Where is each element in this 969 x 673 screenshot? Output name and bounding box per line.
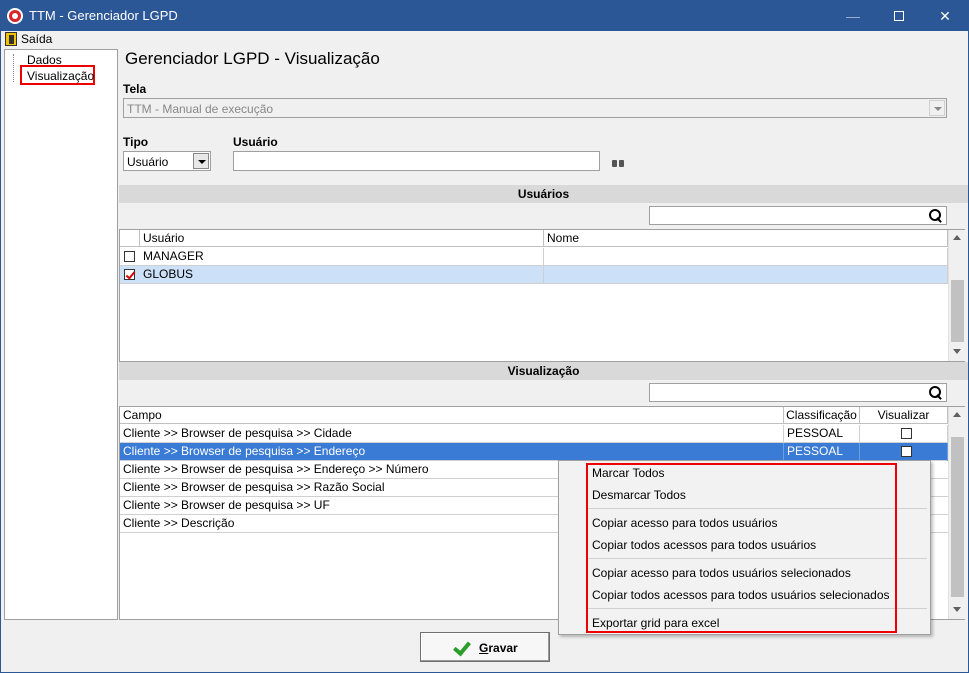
scroll-down-icon[interactable] [949, 602, 965, 618]
visualizar-checkbox[interactable] [901, 446, 912, 457]
maximize-button[interactable] [876, 1, 922, 31]
vis-section-header: Visualização [119, 362, 968, 380]
chevron-down-icon [929, 100, 945, 116]
tipo-select-value: Usuário [127, 155, 169, 169]
users-section-header: Usuários [119, 185, 968, 203]
cell-campo: Cliente >> Browser de pesquisa >> Cidade [120, 425, 784, 443]
vis-grid-header: Campo Classificação Visualizar [120, 407, 948, 424]
scroll-down-icon[interactable] [949, 344, 965, 360]
users-grid: Usuário Nome MANAGER GLOBUS [119, 229, 965, 362]
app-logo-icon [7, 8, 23, 24]
scrollbar-thumb[interactable] [951, 437, 964, 597]
scroll-up-icon[interactable] [949, 407, 965, 423]
visualizar-checkbox[interactable] [901, 428, 912, 439]
title-bar: TTM - Gerenciador LGPD — ✕ [1, 1, 968, 31]
page-title: Gerenciador LGPD - Visualização [125, 49, 380, 68]
tipo-label: Tipo [123, 135, 149, 149]
scroll-up-icon[interactable] [949, 230, 965, 246]
tipo-select[interactable]: Usuário [123, 151, 211, 171]
tela-select[interactable]: TTM - Manual de execução [123, 98, 947, 118]
close-button[interactable]: ✕ [922, 1, 968, 31]
save-button[interactable]: Gravar [420, 632, 550, 662]
table-row[interactable]: Cliente >> Browser de pesquisa >> Endere… [120, 443, 948, 461]
cell-classificacao: PESSOAL [784, 443, 860, 461]
column-header-visualizar[interactable]: Visualizar [860, 407, 948, 424]
save-button-label: Gravar [479, 641, 518, 655]
cell-usuario: GLOBUS [140, 266, 544, 284]
column-header-nome[interactable]: Nome [544, 230, 948, 247]
row-checkbox[interactable] [124, 269, 135, 280]
exit-label: Saída [21, 32, 53, 46]
cell-visualizar [860, 443, 948, 461]
menu-bar: Saída [1, 31, 968, 47]
column-header-usuario[interactable]: Usuário [140, 230, 544, 247]
usuario-input[interactable] [233, 151, 600, 171]
row-checkbox[interactable] [124, 251, 135, 262]
exit-menu-item[interactable]: Saída [5, 31, 52, 47]
vis-grid-scrollbar[interactable] [948, 407, 965, 619]
maximize-icon [894, 11, 904, 22]
cell-usuario: MANAGER [140, 248, 544, 266]
window-title: TTM - Gerenciador LGPD [29, 8, 178, 23]
binoculars-search-icon[interactable] [612, 158, 624, 168]
scrollbar-thumb[interactable] [951, 280, 964, 342]
cell-campo: Cliente >> Browser de pesquisa >> Endere… [120, 443, 784, 461]
tree-item-visualizacao[interactable]: Visualização [27, 69, 94, 83]
table-row[interactable]: GLOBUS [120, 266, 948, 284]
users-grid-scrollbar[interactable] [948, 230, 965, 361]
exit-door-icon [5, 32, 17, 46]
cell-classificacao: PESSOAL [784, 425, 860, 443]
table-row[interactable]: MANAGER [120, 248, 948, 266]
cell-visualizar [860, 425, 948, 443]
cell-nome [544, 248, 948, 266]
search-icon[interactable] [929, 209, 942, 222]
table-row[interactable]: Cliente >> Browser de pesquisa >> Cidade… [120, 425, 948, 443]
column-header-classificacao[interactable]: Classificação [784, 407, 860, 424]
checkbox-column-header [120, 230, 140, 247]
vis-search-input[interactable] [649, 383, 947, 402]
users-search-input[interactable] [649, 206, 947, 225]
chevron-down-icon [193, 153, 209, 169]
checkmark-icon [453, 637, 471, 657]
tela-label: Tela [123, 82, 147, 96]
users-grid-header: Usuário Nome [120, 230, 948, 247]
search-icon[interactable] [929, 386, 942, 399]
navigation-tree: Dados Visualização [4, 49, 118, 620]
context-menu-highlight [586, 463, 897, 633]
column-header-campo[interactable]: Campo [120, 407, 784, 424]
tela-select-value: TTM - Manual de execução [127, 102, 274, 116]
cell-nome [544, 266, 948, 284]
tree-connector [13, 54, 14, 82]
usuario-label: Usuário [233, 135, 278, 149]
minimize-button[interactable]: — [830, 1, 876, 31]
app-window: TTM - Gerenciador LGPD — ✕ Saída Dados V… [0, 0, 969, 673]
